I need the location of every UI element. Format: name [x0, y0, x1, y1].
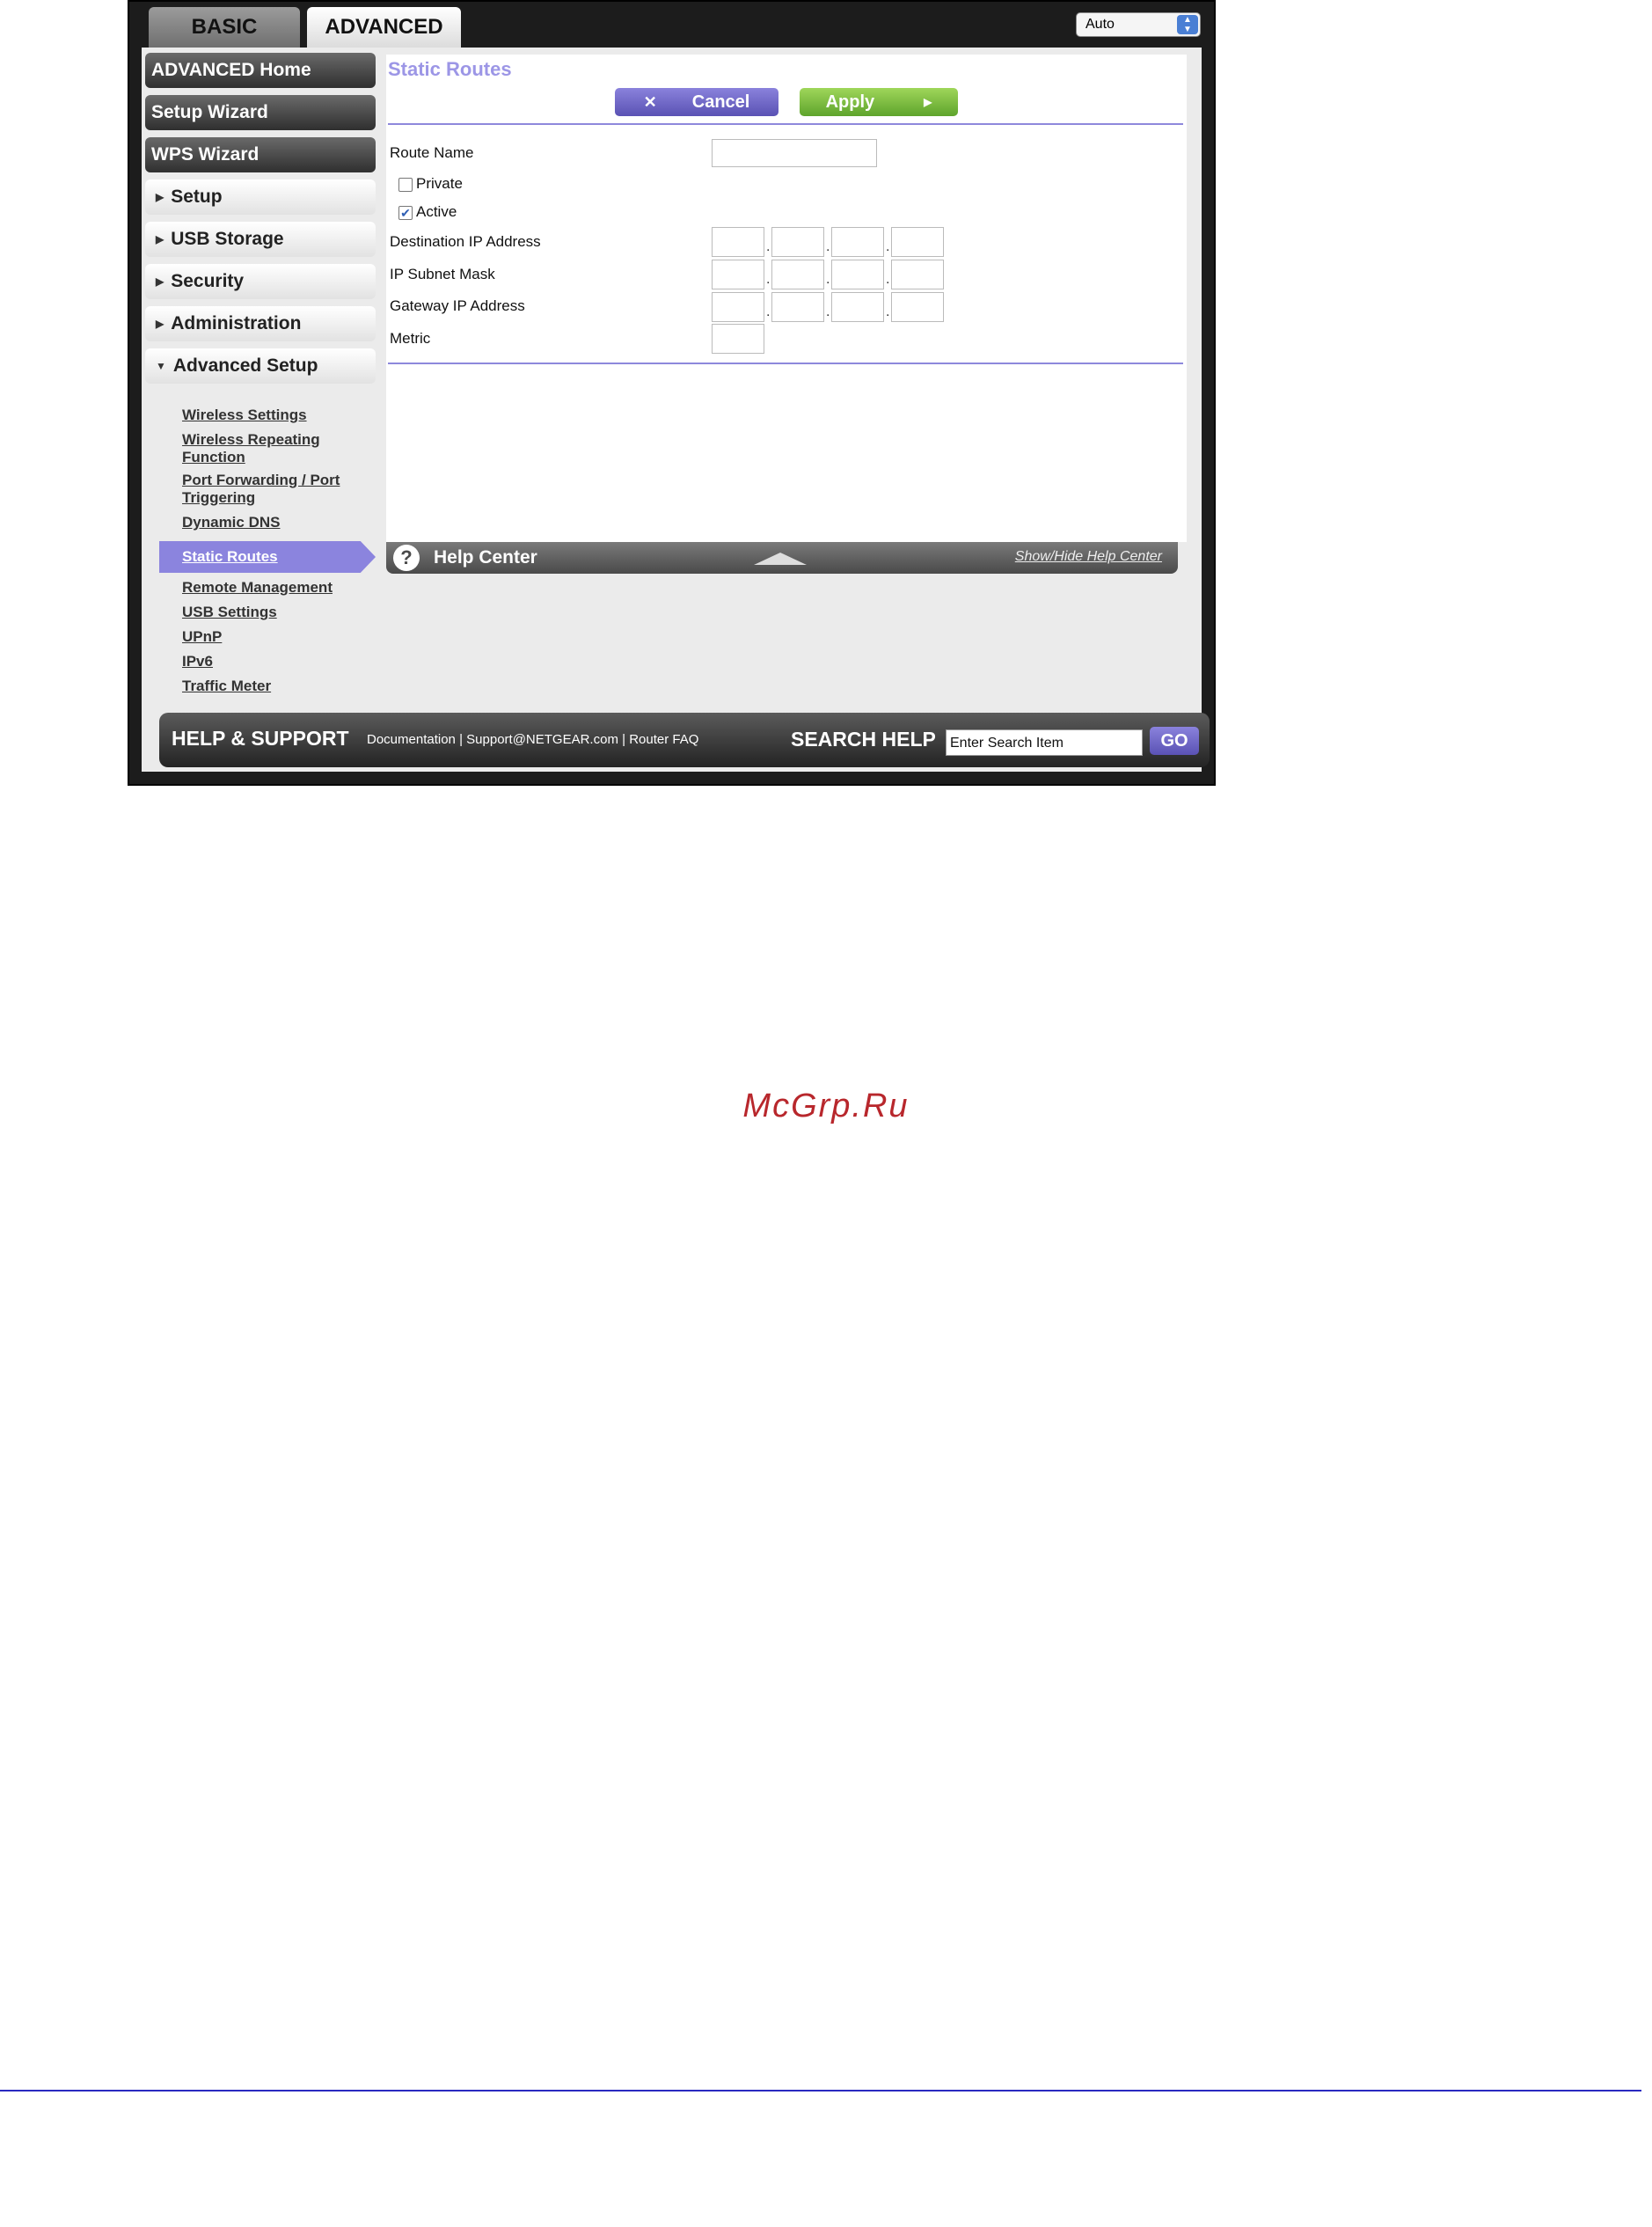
- metric-label: Metric: [390, 330, 431, 347]
- route-name-input[interactable]: [712, 139, 877, 167]
- expand-right-icon: ▶: [156, 191, 164, 203]
- arrow-right-icon: ▶: [924, 96, 932, 108]
- language-select[interactable]: Auto ▲ ▼: [1076, 12, 1201, 37]
- select-arrows-icon: ▲ ▼: [1177, 15, 1198, 34]
- octet-separator: .: [886, 304, 890, 319]
- destination-ip-octet-3[interactable]: [831, 227, 884, 257]
- octet-separator: .: [826, 272, 830, 287]
- help-center-bar[interactable]: ? Help Center Show/Hide Help Center: [386, 542, 1178, 574]
- expand-right-icon: ▶: [156, 233, 164, 245]
- subnet-mask-octet-4[interactable]: [891, 260, 944, 289]
- expand-right-icon: ▶: [156, 275, 164, 288]
- sidebar-subitem-static-routes[interactable]: Static Routes: [159, 541, 376, 573]
- destination-ip-octet-2[interactable]: [771, 227, 824, 257]
- octet-separator: .: [766, 272, 771, 287]
- gateway-ip-label: Gateway IP Address: [390, 297, 525, 314]
- octet-separator: .: [766, 304, 771, 319]
- octet-separator: .: [766, 239, 771, 254]
- router-admin-window: BASIC ADVANCED Auto ▲ ▼ ADVANCED Home Set…: [128, 0, 1216, 786]
- sidebar-subitem-wireless-repeating[interactable]: Wireless Repeating Function: [182, 431, 349, 466]
- help-center-title: Help Center: [434, 547, 537, 568]
- sidebar-item-security[interactable]: ▶ Security: [145, 264, 376, 299]
- sidebar-subitem-upnp[interactable]: UPnP: [182, 628, 222, 646]
- sidebar-subitem-usb-settings[interactable]: USB Settings: [182, 604, 277, 621]
- sidebar-subitem-traffic-meter[interactable]: Traffic Meter: [182, 678, 271, 695]
- help-support-footer: HELP & SUPPORT Documentation | Support@N…: [159, 713, 1210, 767]
- sidebar-item-setup-wizard[interactable]: Setup Wizard: [145, 95, 376, 130]
- page-title: Static Routes: [388, 58, 512, 80]
- tab-basic[interactable]: BASIC: [149, 7, 300, 48]
- sidebar-subitem-dynamic-dns[interactable]: Dynamic DNS: [182, 514, 280, 531]
- show-hide-help-link[interactable]: Show/Hide Help Center: [1015, 549, 1162, 565]
- octet-separator: .: [826, 304, 830, 319]
- octet-separator: .: [826, 239, 830, 254]
- gateway-ip-octet-3[interactable]: [831, 292, 884, 322]
- check-icon: ✔: [400, 206, 411, 220]
- metric-input[interactable]: [712, 324, 764, 354]
- apply-button-label: Apply: [825, 92, 875, 112]
- sidebar-item-advanced-setup[interactable]: ▼ Advanced Setup: [145, 348, 376, 384]
- go-button[interactable]: GO: [1150, 727, 1199, 755]
- active-checkbox[interactable]: ✔: [398, 206, 413, 220]
- router-faq-link[interactable]: Router FAQ: [629, 732, 698, 747]
- expand-right-icon: ▶: [156, 318, 164, 330]
- sidebar-item-administration[interactable]: ▶ Administration: [145, 306, 376, 341]
- sidebar-item-label: Advanced Setup: [172, 355, 318, 376]
- octet-separator: .: [886, 239, 890, 254]
- destination-ip-octet-4[interactable]: [891, 227, 944, 257]
- support-email-link[interactable]: Support@NETGEAR.com: [466, 732, 618, 747]
- active-label: Active: [416, 203, 457, 220]
- expand-down-icon: ▼: [156, 360, 166, 372]
- subnet-mask-octet-2[interactable]: [771, 260, 824, 289]
- sidebar-subitem-port-forwarding[interactable]: Port Forwarding / Port Triggering: [182, 472, 358, 507]
- sidebar-subitem-ipv6[interactable]: IPv6: [182, 653, 213, 670]
- cancel-button-label: Cancel: [691, 92, 750, 112]
- language-select-value: Auto: [1085, 17, 1115, 32]
- link-separator: |: [622, 732, 630, 747]
- close-icon: ✕: [643, 92, 657, 111]
- search-help-label: SEARCH HELP: [791, 728, 936, 751]
- tab-advanced[interactable]: ADVANCED: [307, 7, 461, 48]
- form-divider: [388, 363, 1183, 364]
- sidebar-item-wps-wizard[interactable]: WPS Wizard: [145, 137, 376, 172]
- private-label: Private: [416, 175, 463, 192]
- link-separator: |: [459, 732, 467, 747]
- subnet-mask-octet-3[interactable]: [831, 260, 884, 289]
- help-icon: ?: [393, 545, 420, 571]
- sidebar-item-label: Administration: [171, 313, 302, 333]
- page-divider: [0, 2090, 1641, 2091]
- gateway-ip-octet-1[interactable]: [712, 292, 764, 322]
- subnet-mask-octet-1[interactable]: [712, 260, 764, 289]
- route-name-label: Route Name: [390, 144, 474, 161]
- main-panel: Static Routes ✕ Cancel Apply ▶ Route Nam…: [386, 55, 1187, 542]
- sidebar-subitem-wireless-settings[interactable]: Wireless Settings: [182, 407, 307, 424]
- sidebar-item-label: Setup: [171, 187, 223, 207]
- watermark: McGrp.Ru: [742, 1088, 910, 1124]
- gateway-ip-octet-2[interactable]: [771, 292, 824, 322]
- sidebar-item-label: Security: [171, 271, 245, 291]
- header-divider: [388, 123, 1183, 125]
- sidebar-item-usb-storage[interactable]: ▶ USB Storage: [145, 222, 376, 257]
- content-area: ADVANCED Home Setup Wizard WPS Wizard ▶ S…: [142, 48, 1210, 772]
- sidebar-item-advanced-home[interactable]: ADVANCED Home: [145, 53, 376, 88]
- search-input[interactable]: Enter Search Item: [946, 729, 1143, 756]
- sidebar-item-label: USB Storage: [171, 229, 284, 249]
- expand-up-icon[interactable]: [754, 553, 807, 565]
- destination-ip-octet-1[interactable]: [712, 227, 764, 257]
- documentation-link[interactable]: Documentation: [367, 732, 456, 747]
- help-support-title: HELP & SUPPORT: [172, 727, 349, 750]
- gateway-ip-octet-4[interactable]: [891, 292, 944, 322]
- octet-separator: .: [886, 272, 890, 287]
- subnet-mask-label: IP Subnet Mask: [390, 266, 495, 282]
- sidebar-subitem-remote-management[interactable]: Remote Management: [182, 579, 333, 597]
- sidebar-item-setup[interactable]: ▶ Setup: [145, 179, 376, 215]
- apply-button[interactable]: Apply ▶: [800, 88, 958, 116]
- destination-ip-label: Destination IP Address: [390, 233, 541, 250]
- cancel-button[interactable]: ✕ Cancel: [615, 88, 778, 116]
- private-checkbox[interactable]: [398, 178, 413, 192]
- footer-links: Documentation | Support@NETGEAR.com | Ro…: [367, 732, 698, 747]
